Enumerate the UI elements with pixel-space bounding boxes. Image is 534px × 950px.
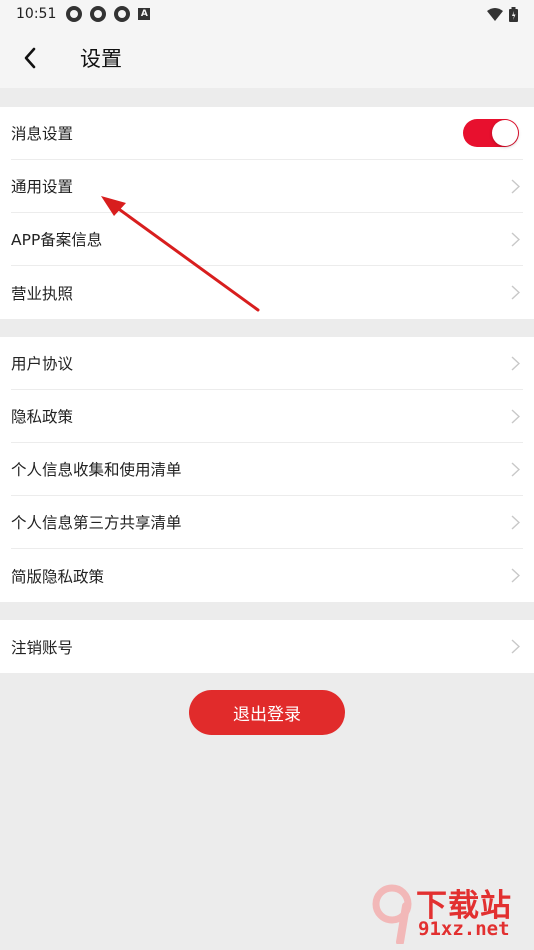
message-toggle[interactable] — [463, 119, 519, 147]
chevron-right-icon — [511, 639, 523, 655]
wifi-icon — [487, 7, 503, 21]
row-label: APP备案信息 — [11, 231, 103, 249]
chevron-right-icon — [511, 408, 523, 424]
settings-row-privacy-policy[interactable]: 隐私政策 — [11, 390, 523, 443]
row-label: 简版隐私政策 — [11, 567, 105, 586]
row-label: 通用设置 — [11, 178, 74, 196]
settings-row-info-collection[interactable]: 个人信息收集和使用清单 — [11, 443, 523, 496]
watermark: 下载站 91xz.net — [370, 880, 530, 948]
watermark-url: 91xz.net — [418, 918, 510, 940]
chevron-right-icon — [511, 285, 523, 301]
a-badge-icon: A — [138, 8, 151, 20]
settings-row-general[interactable]: 通用设置 — [11, 160, 523, 213]
row-label: 注销账号 — [11, 638, 74, 657]
settings-group-general: 消息设置 通用设置 APP备案信息 营业执照 — [0, 107, 534, 319]
settings-group-policies: 用户协议 隐私政策 个人信息收集和使用清单 个人信息第三方共享清单 简版隐私政策 — [0, 337, 534, 602]
row-label: 用户协议 — [11, 355, 74, 373]
row-label: 隐私政策 — [11, 408, 74, 426]
chevron-right-icon — [511, 355, 523, 371]
chevron-right-icon — [511, 231, 523, 247]
watermark-logo-icon — [372, 884, 412, 944]
settings-group-account: 注销账号 — [0, 620, 534, 673]
logout-container: 退出登录 — [0, 690, 534, 735]
settings-row-message[interactable]: 消息设置 — [11, 107, 523, 160]
chevron-right-icon — [511, 514, 523, 530]
settings-row-user-agreement[interactable]: 用户协议 — [11, 337, 523, 390]
settings-row-third-party-sharing[interactable]: 个人信息第三方共享清单 — [11, 496, 523, 549]
status-system-icons — [487, 6, 518, 22]
chevron-right-icon — [511, 178, 523, 194]
app-notification-icon — [90, 6, 107, 22]
settings-row-app-filing[interactable]: APP备案信息 — [11, 213, 523, 266]
settings-row-brief-privacy[interactable]: 简版隐私政策 — [11, 549, 523, 602]
page-title: 设置 — [80, 47, 122, 71]
back-button[interactable] — [0, 28, 60, 88]
header-bar: 设置 — [0, 28, 534, 88]
back-arrow-icon — [24, 47, 36, 69]
chevron-right-icon — [511, 568, 523, 584]
app-notification-icon — [114, 6, 131, 22]
settings-row-business-license[interactable]: 营业执照 — [11, 266, 523, 319]
row-label: 营业执照 — [11, 284, 74, 303]
toggle-knob — [492, 120, 518, 146]
row-label: 个人信息收集和使用清单 — [11, 461, 182, 479]
settings-row-delete-account[interactable]: 注销账号 — [11, 620, 523, 673]
row-label: 消息设置 — [11, 125, 74, 143]
status-time: 10:51 — [16, 6, 57, 22]
status-bar: 10:51 A — [0, 0, 534, 28]
chevron-right-icon — [511, 461, 523, 477]
logout-button[interactable]: 退出登录 — [189, 690, 345, 735]
status-notification-icons: A — [66, 6, 151, 22]
row-label: 个人信息第三方共享清单 — [11, 514, 182, 532]
app-notification-icon — [66, 6, 83, 22]
battery-icon — [509, 6, 518, 22]
